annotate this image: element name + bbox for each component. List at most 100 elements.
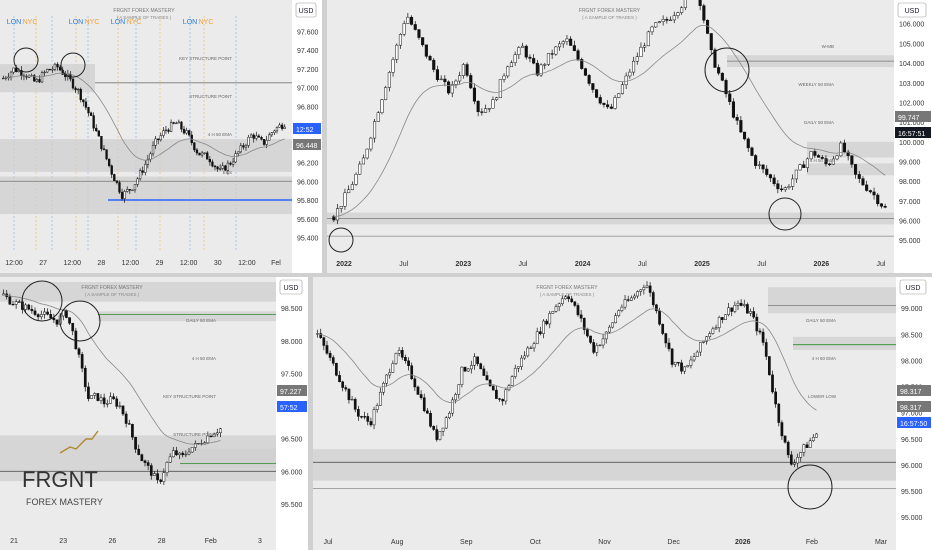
candle-body: [428, 56, 432, 61]
candle-body: [447, 81, 451, 94]
y-tick-label: 102.000: [899, 100, 924, 107]
candle-body: [601, 338, 605, 346]
candle-body: [479, 363, 483, 370]
candle-body: [105, 403, 109, 405]
candle-body: [376, 112, 380, 122]
candle-body: [84, 101, 88, 108]
candle-body: [33, 310, 37, 315]
candle-body: [695, 351, 699, 357]
candle-body: [43, 311, 46, 315]
candle-body: [127, 423, 131, 425]
candle-body: [491, 99, 495, 109]
chart-2-svg[interactable]: FRGNT FOREX MASTERY( A SAMPLE OF TRADES …: [327, 0, 932, 273]
candle-body: [384, 87, 388, 100]
x-tick-label: Jul: [877, 261, 886, 268]
candle-body: [485, 375, 489, 381]
candle-body: [802, 164, 806, 168]
y-tick-label: 97.500: [281, 371, 303, 378]
candle-body: [413, 24, 417, 30]
candle-body: [56, 63, 59, 68]
candle-body: [742, 304, 746, 306]
candle-body: [378, 391, 382, 406]
x-tick-label: 12:00: [122, 260, 140, 267]
candle-body: [772, 177, 776, 184]
candle-body: [443, 78, 447, 83]
candle-body: [24, 304, 27, 310]
x-tick-label: 12:00: [5, 260, 23, 267]
candle-body: [219, 168, 222, 170]
candle-body: [665, 19, 669, 21]
chart-annotation: 4 H 50 EMA: [810, 158, 834, 163]
candle-body: [357, 409, 360, 417]
candle-body: [123, 191, 126, 199]
y-tick-label: 97.200: [297, 67, 319, 74]
candle-body: [636, 291, 639, 297]
chart-annotation: ECS: [223, 170, 232, 175]
candle-body: [683, 366, 687, 372]
candle-body: [498, 79, 502, 99]
chart-panel-2[interactable]: FRGNT FOREX MASTERY( A SAMPLE OF TRADES …: [327, 0, 932, 273]
candle-body: [35, 79, 39, 82]
candle-body: [554, 46, 558, 55]
candle-body: [583, 68, 587, 76]
candle-body: [789, 454, 793, 465]
candle-body: [484, 108, 488, 113]
candle-body: [278, 124, 281, 128]
candle-body: [416, 386, 420, 395]
watermark-title: FRGNT FOREX MASTERY: [81, 285, 143, 291]
candle-body: [476, 100, 480, 112]
candle-body: [350, 399, 354, 401]
candle-body: [115, 398, 119, 407]
chart-annotation: KEY STRUCTURE POINT: [163, 394, 216, 399]
candle-body: [506, 66, 510, 77]
x-tick-label: 12:00: [63, 260, 81, 267]
candle-body: [872, 191, 876, 196]
chart-1-svg[interactable]: FRGNT FOREX MASTERY( A SAMPLE OF TRADES …: [0, 0, 322, 273]
y-tick-label: 99.000: [899, 159, 921, 166]
candle-body: [546, 53, 550, 65]
candle-body: [188, 130, 191, 136]
candle-body: [262, 139, 266, 145]
x-tick-label: 2026: [814, 261, 830, 268]
candle-body: [768, 356, 771, 376]
chart-4-svg[interactable]: FRGNT FOREX MASTERY( A SAMPLE OF TRADES …: [313, 277, 932, 550]
y-tick-label: 96.000: [901, 463, 923, 470]
candle-body: [27, 304, 31, 310]
candle-body: [391, 363, 395, 373]
x-tick-label: Aug: [391, 539, 404, 546]
candle-body: [394, 352, 398, 364]
candle-body: [592, 342, 596, 353]
highlight-circle: [328, 227, 354, 253]
price-label: 98.317: [900, 389, 922, 396]
chart-panel-4[interactable]: FRGNT FOREX MASTERY( A SAMPLE OF TRADES …: [313, 277, 932, 550]
y-tick-label: 97.000: [297, 86, 319, 93]
candle-body: [419, 394, 423, 398]
candle-body: [783, 435, 787, 443]
y-tick-label: 98.000: [899, 179, 921, 186]
candle-body: [435, 69, 439, 81]
candle-body: [620, 84, 624, 94]
candle-body: [102, 397, 106, 405]
candle-body: [524, 45, 528, 58]
chart-annotation: DAILY 50 EMA: [186, 318, 216, 323]
candle-body: [71, 78, 75, 89]
session-label-lon: LON: [111, 19, 125, 26]
candle-body: [589, 335, 592, 343]
candle-body: [338, 375, 341, 383]
y-tick-label: 95.800: [297, 198, 319, 205]
candle-body: [164, 129, 168, 131]
y-tick-label: 95.000: [901, 515, 923, 522]
candle-body: [398, 34, 402, 46]
candle-body: [746, 304, 749, 314]
candle-body: [343, 192, 347, 207]
chart-3-svg[interactable]: FRGNT FOREX MASTERY( A SAMPLE OF TRADES …: [0, 277, 308, 550]
candle-body: [11, 303, 15, 306]
chart-panel-1[interactable]: FRGNT FOREX MASTERY( A SAMPLE OF TRADES …: [0, 0, 322, 273]
candle-body: [432, 59, 436, 70]
candle-body: [141, 170, 144, 173]
candle-body: [331, 357, 335, 364]
candle-body: [369, 137, 373, 150]
x-tick-label: 27: [39, 260, 47, 267]
chart-panel-3[interactable]: FRGNT FOREX MASTERY( A SAMPLE OF TRADES …: [0, 277, 308, 550]
candle-body: [520, 357, 523, 367]
